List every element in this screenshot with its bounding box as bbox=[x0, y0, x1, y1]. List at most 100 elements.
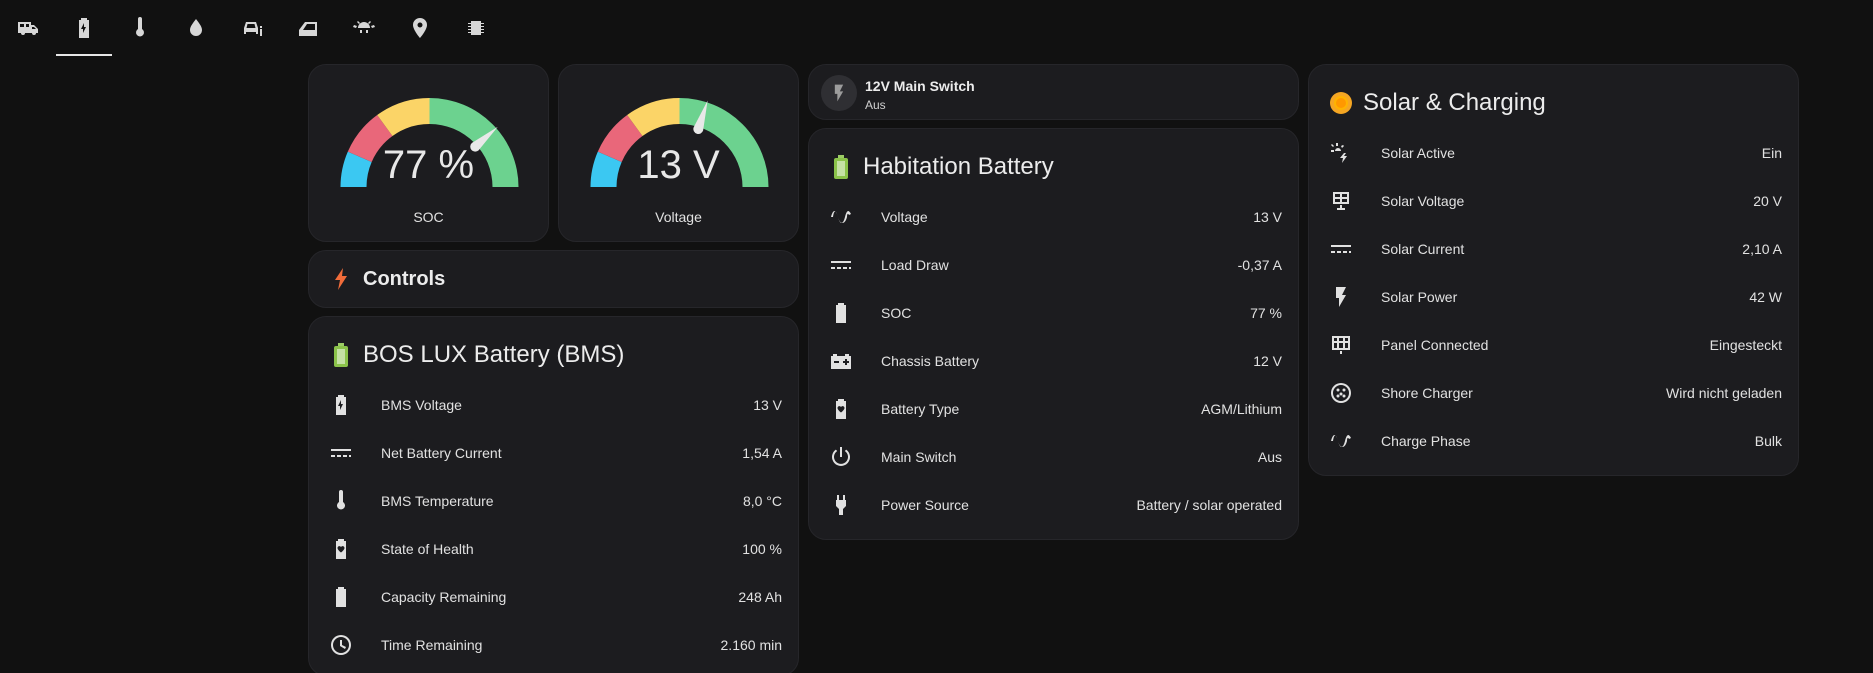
entity-name: Voltage bbox=[881, 209, 928, 225]
entity-value: Eingesteckt bbox=[1709, 337, 1782, 353]
solar-panel-large-icon bbox=[1329, 333, 1353, 357]
entity-row[interactable]: State of Health 100 % bbox=[309, 525, 798, 573]
solar-power-icon bbox=[1329, 141, 1353, 165]
tab-chip[interactable] bbox=[448, 0, 504, 56]
entity-name: Chassis Battery bbox=[881, 353, 980, 369]
entity-value: 13 V bbox=[753, 397, 782, 413]
entity-row[interactable]: Main Switch Aus bbox=[809, 433, 1298, 481]
controls-card: Controls bbox=[308, 250, 799, 308]
entity-row[interactable]: Voltage 13 V bbox=[809, 193, 1298, 241]
battery-icon bbox=[829, 301, 853, 325]
chip-icon bbox=[464, 16, 488, 40]
controls-heading: Controls bbox=[329, 267, 445, 291]
tab-battery-charging[interactable] bbox=[56, 0, 112, 56]
entity-row[interactable]: Chassis Battery 12 V bbox=[809, 337, 1298, 385]
tab-map-marker[interactable] bbox=[392, 0, 448, 56]
soc-gauge-value: 77 % bbox=[382, 143, 475, 187]
current-dc-icon bbox=[329, 441, 353, 465]
top-navigation bbox=[0, 0, 520, 60]
tab-water[interactable] bbox=[168, 0, 224, 56]
tab-car-info[interactable] bbox=[224, 0, 280, 56]
ev-plug-icon bbox=[1329, 381, 1353, 405]
bms-card: BOS LUX Battery (BMS) BMS Voltage 13 V Net… bbox=[308, 316, 799, 673]
clock-icon bbox=[329, 633, 353, 657]
entity-name: Power Source bbox=[881, 497, 969, 513]
solar-card: Solar & Charging Solar Active Ein Solar Vo… bbox=[1308, 64, 1799, 476]
thermometer-icon bbox=[128, 16, 152, 40]
solar-heading: Solar & Charging bbox=[1329, 89, 1546, 117]
entity-row[interactable]: Shore Charger Wird nicht geladen bbox=[1309, 369, 1798, 417]
car-door-icon bbox=[296, 16, 320, 40]
battery-heart-icon bbox=[329, 537, 353, 561]
habitation-heading: Habitation Battery bbox=[829, 153, 1054, 181]
entity-name: Load Draw bbox=[881, 257, 949, 273]
entity-value: Ein bbox=[1761, 145, 1782, 161]
entity-value: 13 V bbox=[1253, 209, 1282, 225]
entity-value: Battery / solar operated bbox=[1136, 497, 1282, 513]
map-marker-icon bbox=[408, 16, 432, 40]
entity-value: 77 % bbox=[1250, 305, 1282, 321]
controls-title: Controls bbox=[363, 267, 446, 290]
entity-row[interactable]: Solar Power 42 W bbox=[1309, 273, 1798, 321]
battery-charging-icon bbox=[72, 16, 96, 40]
solar-panel-icon bbox=[1329, 189, 1353, 213]
entity-row[interactable]: Net Battery Current 1,54 A bbox=[309, 429, 798, 477]
tile-state: Aus bbox=[865, 98, 886, 112]
entity-value: 2,10 A bbox=[1742, 241, 1782, 257]
tab-thermometer[interactable] bbox=[112, 0, 168, 56]
entity-row[interactable]: Battery Type AGM/Lithium bbox=[809, 385, 1298, 433]
entity-row[interactable]: Solar Current 2,10 A bbox=[1309, 225, 1798, 273]
battery-emoji-icon bbox=[329, 343, 353, 367]
entity-row[interactable]: Time Remaining 2.160 min bbox=[309, 621, 798, 669]
tab-rv-truck[interactable] bbox=[0, 0, 56, 56]
main-switch-tile[interactable]: 12V Main Switch Aus bbox=[808, 64, 1299, 120]
entity-name: Battery Type bbox=[881, 401, 960, 417]
entity-row[interactable]: Capacity Remaining 248 Ah bbox=[309, 573, 798, 621]
car-light-icon bbox=[352, 16, 376, 40]
entity-value: Wird nicht geladen bbox=[1666, 385, 1782, 401]
habitation-title: Habitation Battery bbox=[863, 153, 1054, 180]
entity-row[interactable]: BMS Temperature 8,0 °C bbox=[309, 477, 798, 525]
tab-car-light[interactable] bbox=[336, 0, 392, 56]
entity-row[interactable]: Solar Active Ein bbox=[1309, 129, 1798, 177]
entity-row[interactable]: Charge Phase Bulk bbox=[1309, 417, 1798, 465]
flash-icon bbox=[1329, 285, 1353, 309]
entity-row[interactable]: Panel Connected Eingesteckt bbox=[1309, 321, 1798, 369]
entity-name: Net Battery Current bbox=[381, 445, 502, 461]
entity-value: 42 W bbox=[1749, 289, 1782, 305]
tile-title: 12V Main Switch bbox=[865, 78, 975, 94]
entity-row[interactable]: Load Draw -0,37 A bbox=[809, 241, 1298, 289]
voltage-gauge-label: Voltage bbox=[655, 209, 702, 225]
entity-name: Charge Phase bbox=[1381, 433, 1471, 449]
entity-row[interactable]: Solar Voltage 20 V bbox=[1309, 177, 1798, 225]
lightning-icon bbox=[329, 267, 353, 291]
entity-name: Capacity Remaining bbox=[381, 589, 507, 605]
solar-title: Solar & Charging bbox=[1363, 89, 1546, 116]
bms-rows: BMS Voltage 13 V Net Battery Current 1,54 A… bbox=[309, 381, 798, 669]
entity-row[interactable]: BMS Voltage 13 V bbox=[309, 381, 798, 429]
entity-value: 248 Ah bbox=[738, 589, 782, 605]
entity-name: Solar Active bbox=[1381, 145, 1455, 161]
water-icon bbox=[184, 16, 208, 40]
soc-gauge-label: SOC bbox=[413, 209, 444, 225]
battery-heart-icon bbox=[829, 397, 853, 421]
entity-value: -0,37 A bbox=[1237, 257, 1282, 273]
current-dc-icon bbox=[829, 253, 853, 277]
battery-charging-icon bbox=[329, 393, 353, 417]
tile-flash-icon[interactable] bbox=[821, 75, 857, 111]
habitation-card: Habitation Battery Voltage 13 V Load Draw -… bbox=[808, 128, 1299, 540]
sine-wave-icon bbox=[829, 205, 853, 229]
entity-row[interactable]: Power Source Battery / solar operated bbox=[809, 481, 1298, 529]
battery-icon bbox=[329, 585, 353, 609]
entity-value: 100 % bbox=[742, 541, 782, 557]
entity-name: BMS Temperature bbox=[381, 493, 494, 509]
sun-emoji-icon bbox=[1329, 91, 1353, 115]
voltage-gauge-card[interactable]: 13 V Voltage bbox=[558, 64, 799, 242]
tab-car-door[interactable] bbox=[280, 0, 336, 56]
power-plug-icon bbox=[829, 493, 853, 517]
entity-name: Time Remaining bbox=[381, 637, 483, 653]
battery-emoji-icon bbox=[829, 155, 853, 179]
entity-row[interactable]: SOC 77 % bbox=[809, 289, 1298, 337]
soc-gauge-card[interactable]: 77 % SOC bbox=[308, 64, 549, 242]
sine-wave-icon bbox=[1329, 429, 1353, 453]
